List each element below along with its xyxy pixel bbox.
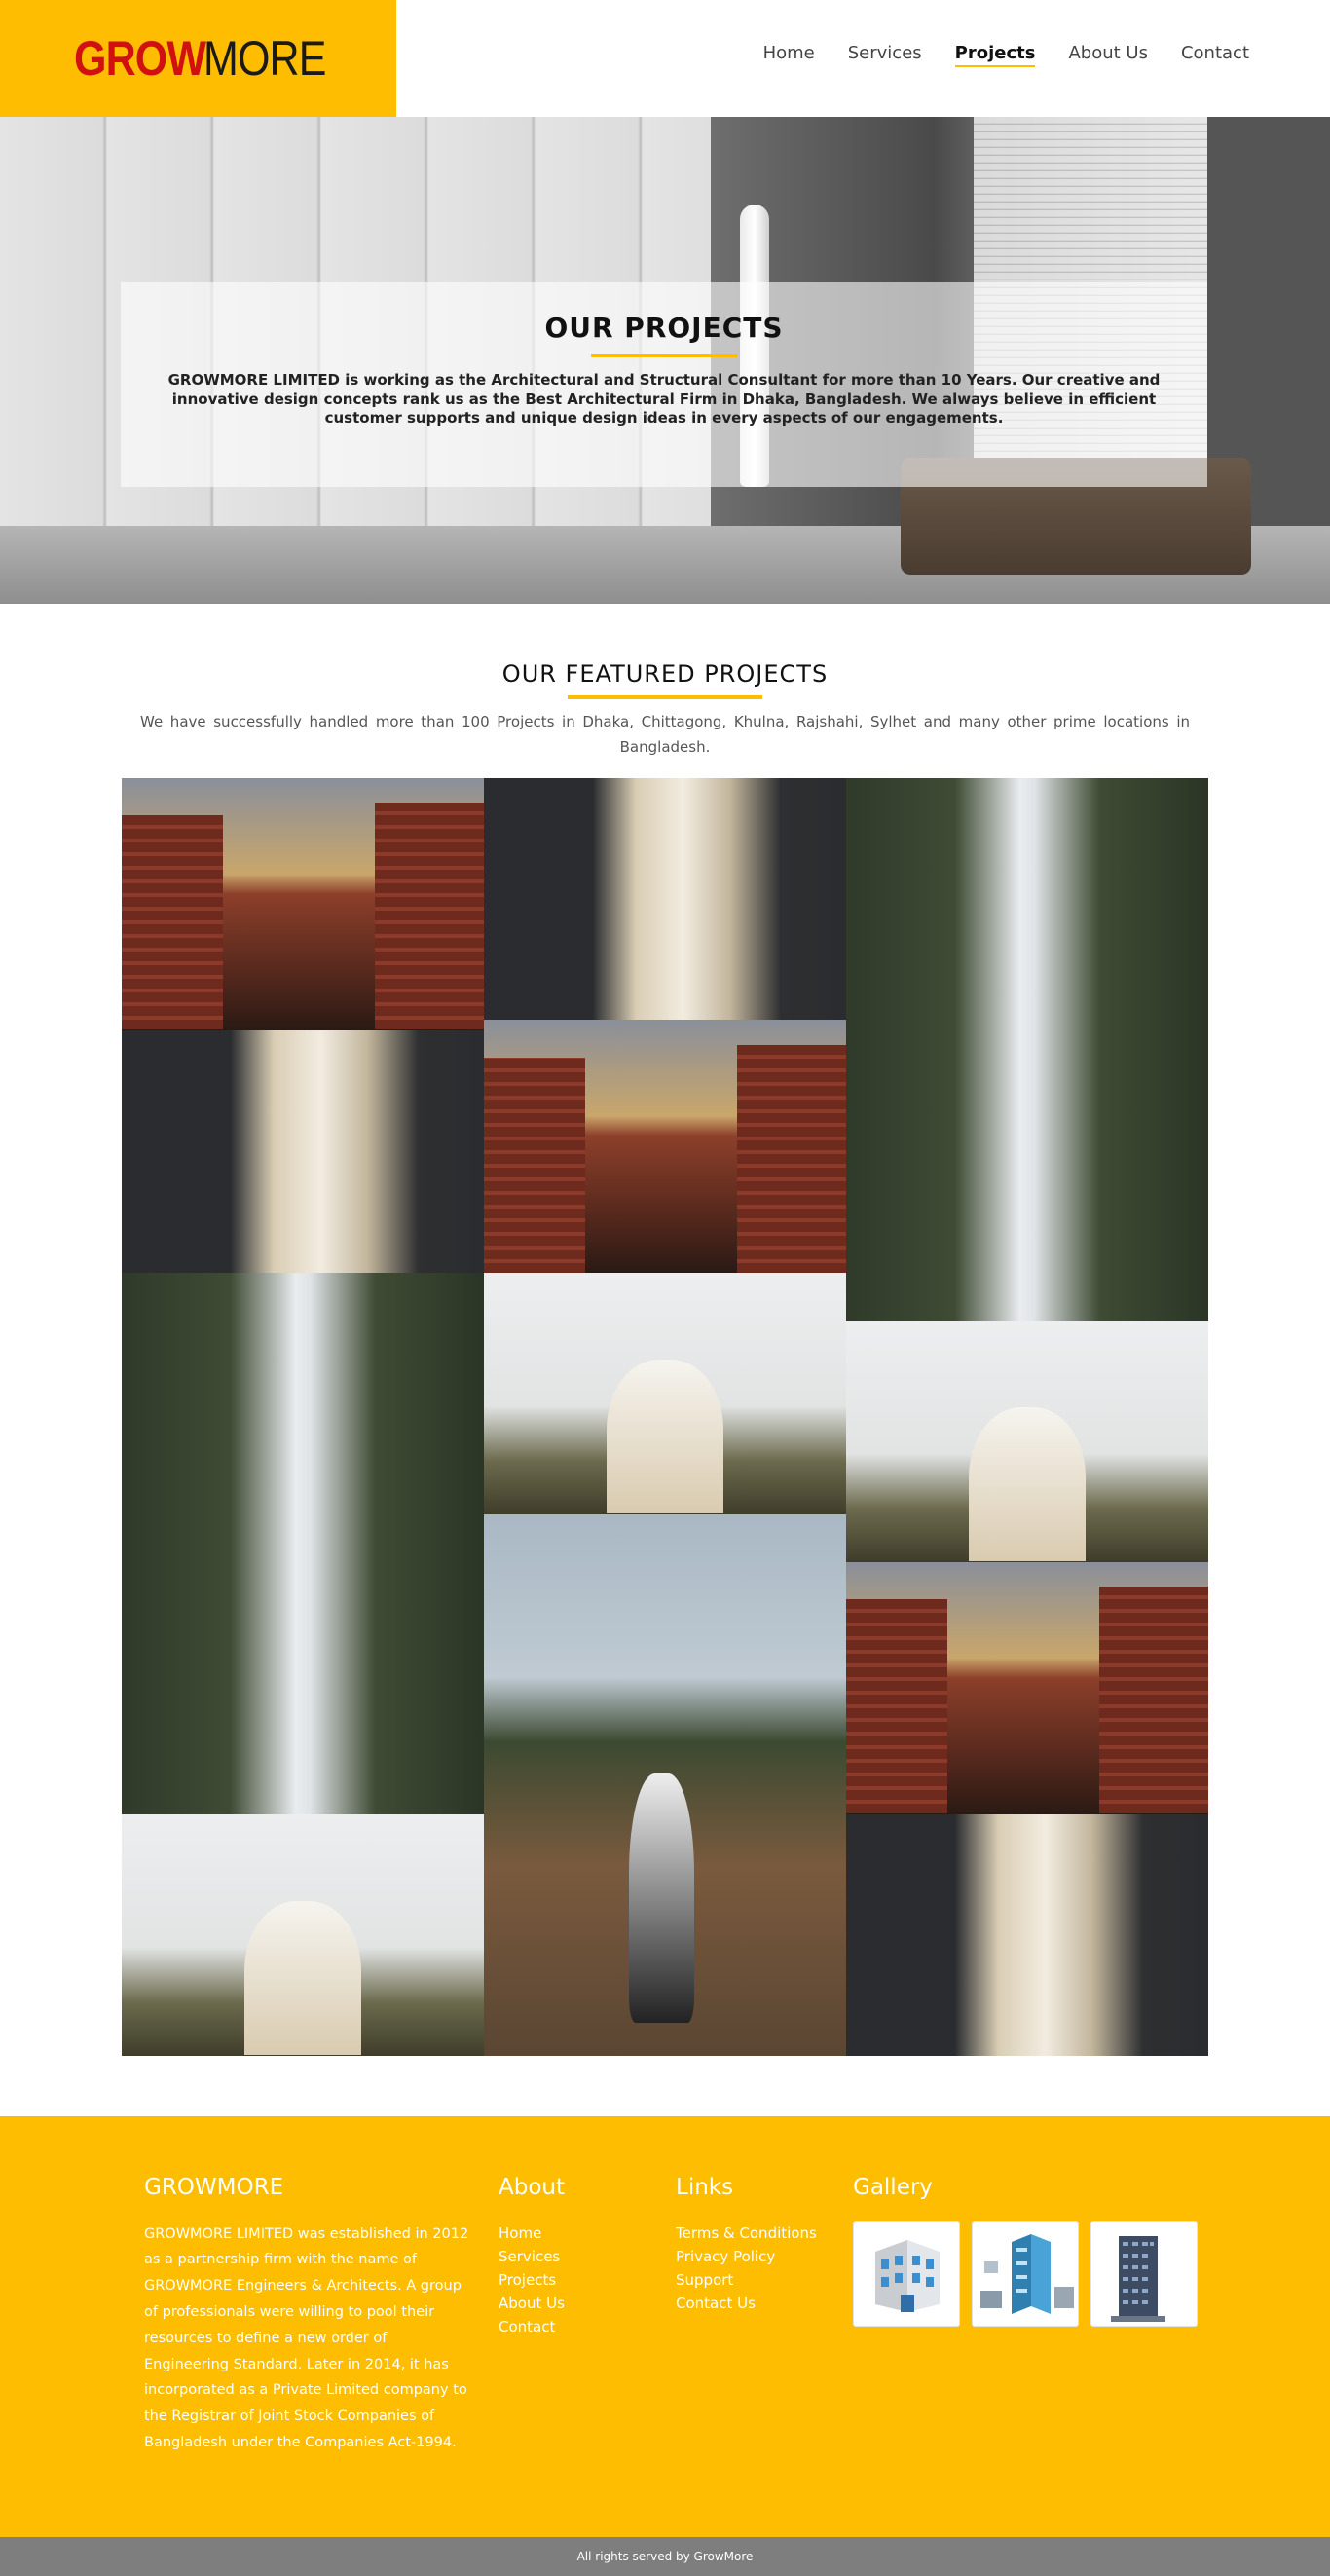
footer-links-column: Links Terms & Conditions Privacy Policy … (676, 2175, 817, 2315)
footer-link-services[interactable]: Services (499, 2245, 565, 2268)
copyright-bar: All rights served by GrowMore (0, 2536, 1330, 2576)
hero-title: OUR PROJECTS (544, 312, 784, 344)
nav-services[interactable]: Services (848, 43, 922, 67)
featured-title-underline (568, 695, 762, 699)
skyscraper-icon[interactable] (1090, 2221, 1198, 2327)
hero-banner: OUR PROJECTS GROWMORE LIMITED is working… (0, 117, 1330, 604)
footer-link-terms[interactable]: Terms & Conditions (676, 2221, 817, 2245)
nav-home[interactable]: Home (763, 43, 815, 67)
gallery-image-clothes-rack[interactable] (484, 777, 846, 1020)
gallery-image-building-canal[interactable] (846, 1561, 1208, 1814)
site-header: GROW MORE Home Services Projects About U… (0, 0, 1330, 117)
gallery-image-veiled-woman[interactable] (846, 1320, 1208, 1562)
gallery-image-veiled-woman[interactable] (122, 1813, 484, 2056)
building-icon[interactable] (853, 2221, 960, 2327)
logo-more: MORE (203, 31, 326, 86)
footer-link-privacy[interactable]: Privacy Policy (676, 2245, 817, 2268)
footer-gallery-title: Gallery (853, 2174, 933, 2200)
featured-text: We have successfully handled more than 1… (140, 713, 1190, 757)
logo-grow: GROW (74, 31, 206, 86)
footer-link-home[interactable]: Home (499, 2221, 565, 2245)
gallery-image-veiled-woman[interactable] (484, 1272, 846, 1514)
footer-about-title: About (499, 2174, 566, 2200)
gallery-image-waterfall[interactable] (846, 777, 1208, 1321)
gallery-image-waterfall[interactable] (122, 1272, 484, 1814)
featured-title: OUR FEATURED PROJECTS (501, 660, 829, 688)
footer-brand-column: GROWMORE GROWMORE LIMITED was establishe… (144, 2175, 475, 2456)
gallery-image-building-canal[interactable] (122, 777, 484, 1030)
footer-link-contact[interactable]: Contact (499, 2315, 565, 2338)
footer-gallery-column: Gallery (853, 2175, 1198, 2327)
logo[interactable]: GROW MORE (0, 0, 396, 117)
gallery-image-clothes-rack[interactable] (846, 1813, 1208, 2056)
gallery-image-woman-on-rock[interactable] (484, 1513, 846, 2056)
main-nav: Home Services Projects About Us Contact (763, 43, 1249, 67)
gallery-image-clothes-rack[interactable] (122, 1029, 484, 1273)
hero-text: GROWMORE LIMITED is working as the Archi… (167, 371, 1161, 427)
footer-link-contact-us[interactable]: Contact Us (676, 2292, 817, 2315)
gallery-image-building-canal[interactable] (484, 1019, 846, 1273)
footer-link-support[interactable]: Support (676, 2268, 817, 2292)
nav-about-us[interactable]: About Us (1068, 43, 1148, 67)
building-cluster-icon[interactable] (972, 2221, 1079, 2327)
featured-projects: OUR FEATURED PROJECTS We have successful… (0, 604, 1330, 2056)
nav-projects[interactable]: Projects (954, 43, 1035, 67)
footer-link-projects[interactable]: Projects (499, 2268, 565, 2292)
site-footer: GROWMORE GROWMORE LIMITED was establishe… (0, 2115, 1330, 2537)
hero-overlay: OUR PROJECTS GROWMORE LIMITED is working… (121, 282, 1207, 487)
project-gallery (122, 777, 1208, 2056)
nav-contact[interactable]: Contact (1181, 43, 1249, 67)
footer-link-about-us[interactable]: About Us (499, 2292, 565, 2315)
footer-brand-title: GROWMORE (144, 2174, 284, 2200)
footer-brand-text: GROWMORE LIMITED was established in 2012… (144, 2225, 469, 2451)
hero-title-underline (591, 354, 737, 357)
footer-about-column: About Home Services Projects About Us Co… (499, 2175, 565, 2338)
footer-links-title: Links (676, 2174, 734, 2200)
